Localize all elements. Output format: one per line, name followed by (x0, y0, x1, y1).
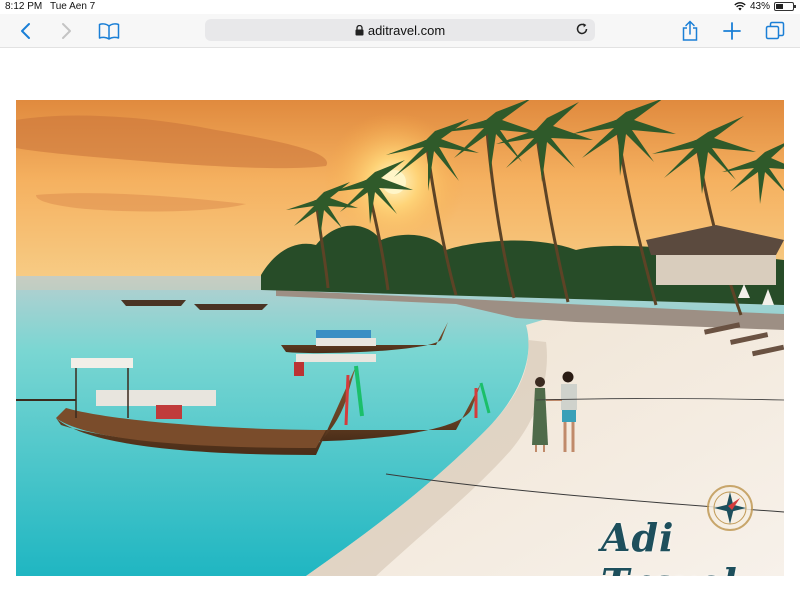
url-text: aditravel.com (367, 22, 446, 38)
brand-logo-text: Adi Travel (601, 515, 737, 576)
status-bar: 8:12 PM Tue Aen 7 43% (0, 0, 800, 14)
status-right: 43% (734, 1, 796, 12)
share-button[interactable] (676, 18, 704, 44)
forward-button[interactable] (52, 18, 80, 44)
tabs-icon (765, 21, 785, 40)
battery-percent: 43% (749, 1, 770, 12)
book-icon (98, 23, 120, 40)
new-tab-button[interactable] (718, 18, 746, 44)
battery-icon (774, 2, 796, 11)
browser-toolbar: aditravel.com (0, 14, 800, 48)
status-date: Tue Aen 7 (50, 1, 96, 12)
hero-image: Adi Travel (16, 100, 784, 576)
share-icon (682, 20, 698, 41)
back-button[interactable] (12, 18, 40, 44)
chevron-left-icon (21, 23, 30, 39)
plus-icon (723, 22, 741, 40)
bookmarks-button[interactable] (95, 18, 123, 44)
status-time: 8:12 PM (5, 1, 43, 12)
lock-icon (355, 24, 364, 35)
wifi-icon (734, 2, 746, 11)
web-page: Adi Travel (0, 48, 800, 597)
tabs-button[interactable] (761, 18, 789, 44)
chevron-right-icon (62, 23, 71, 39)
reload-icon[interactable] (575, 22, 589, 36)
address-bar[interactable]: aditravel.com (205, 19, 595, 41)
beach-scene (16, 100, 784, 576)
